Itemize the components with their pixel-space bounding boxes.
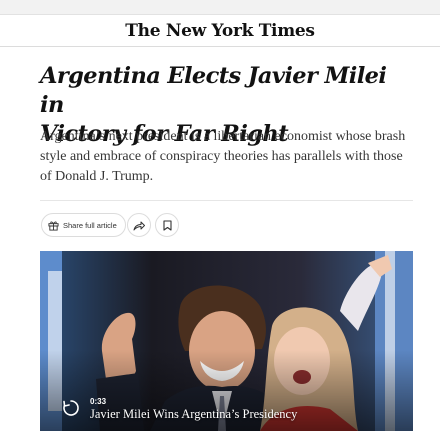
video-player[interactable]: 0:33 Javier Milei Wins Argentina’s Presi… [40,251,413,431]
gift-icon [48,216,59,235]
bookmark-button[interactable] [155,213,179,237]
share-label: Share full article [63,220,117,230]
masthead: The New York Times [0,16,440,47]
article-summary: Argentina’s next president is a libertar… [40,129,406,184]
share-arrow-button[interactable] [127,213,151,237]
nyt-logo[interactable]: The New York Times [125,21,315,41]
headline-line-1: Argentina Elects Javier Milei in [40,63,387,118]
share-arrow-icon [133,216,145,235]
browser-top-strip [0,0,440,15]
replay-icon[interactable] [62,399,80,417]
video-duration: 0:33 [90,397,107,406]
divider [40,200,413,201]
video-caption: Javier Milei Wins Argentina’s Presidency [90,407,298,421]
bookmark-icon [162,216,172,235]
share-full-article-button[interactable]: Share full article [41,213,126,237]
